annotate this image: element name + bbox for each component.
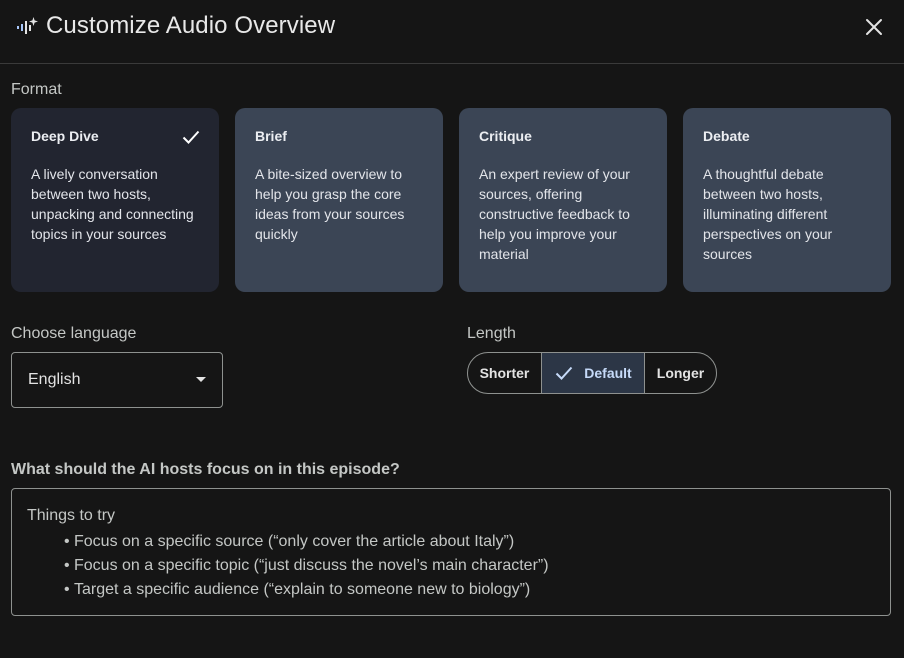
language-select[interactable]: English	[11, 352, 223, 408]
format-card-brief[interactable]: Brief A bite-sized overview to help you …	[235, 108, 443, 292]
option-label: Default	[584, 365, 632, 381]
placeholder-item: • Focus on a specific source (“only cover…	[64, 533, 515, 550]
placeholder-item: • Focus on a specific topic (“just discus…	[64, 557, 549, 574]
format-card-critique[interactable]: Critique An expert review of your source…	[459, 108, 667, 292]
format-card-debate[interactable]: Debate A thoughtful debate between two h…	[683, 108, 891, 292]
card-description: A bite-sized overview to help you grasp …	[255, 166, 405, 242]
placeholder-list: • Focus on a specific source (“only cover…	[64, 530, 549, 602]
dialog-header: Customize Audio Overview	[0, 0, 904, 64]
format-card-deep-dive[interactable]: Deep Dive A lively conversation between …	[11, 108, 219, 292]
focus-label: What should the AI hosts focus on in thi…	[11, 461, 400, 478]
length-label: Length	[467, 325, 516, 342]
option-label: Shorter	[479, 365, 530, 381]
placeholder-title: Things to try	[27, 507, 116, 524]
language-value: English	[28, 371, 81, 388]
option-label: Longer	[656, 365, 705, 381]
card-description: A thoughtful debate between two hosts, i…	[703, 166, 833, 262]
length-option-longer[interactable]: Longer	[645, 353, 716, 393]
dialog-title: Customize Audio Overview	[46, 12, 336, 39]
check-icon	[556, 366, 573, 380]
card-description: An expert review of your sources, offeri…	[479, 166, 630, 262]
check-icon	[182, 130, 200, 144]
format-label: Format	[11, 81, 62, 98]
dropdown-arrow-icon	[196, 377, 206, 382]
length-segmented-control: Shorter Default Longer	[467, 352, 717, 394]
card-title: Debate	[703, 128, 750, 144]
length-option-shorter[interactable]: Shorter	[468, 353, 542, 393]
placeholder-item: • Target a specific audience (“explain to…	[64, 581, 531, 598]
sparkle-audio-icon	[17, 17, 38, 34]
customize-audio-dialog: Customize Audio Overview Format Deep Div…	[0, 0, 904, 658]
card-title: Brief	[255, 128, 287, 144]
language-label: Choose language	[11, 325, 137, 342]
close-icon[interactable]	[862, 15, 886, 39]
card-title: Critique	[479, 128, 532, 144]
length-option-default[interactable]: Default	[542, 353, 645, 393]
card-description: A lively conversation between two hosts,…	[31, 166, 194, 242]
focus-textarea[interactable]: Things to try • Focus on a specific sourc…	[11, 488, 891, 616]
